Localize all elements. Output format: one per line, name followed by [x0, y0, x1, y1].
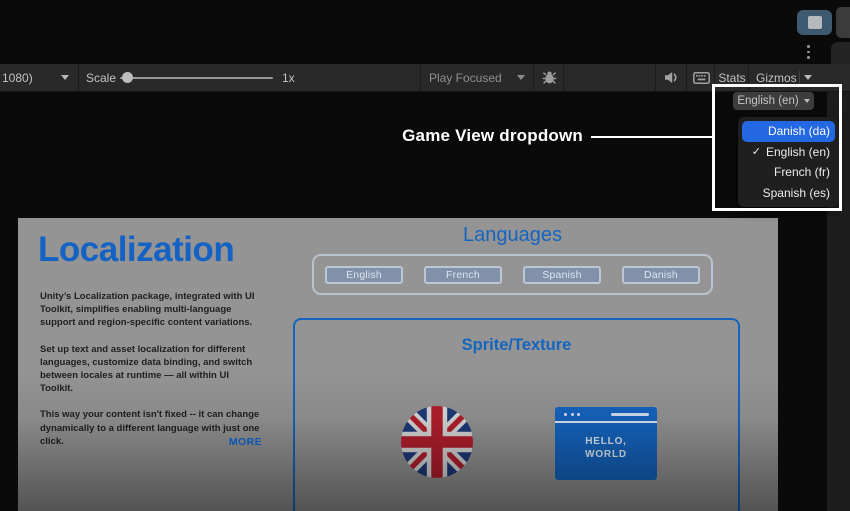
hello-world-text: HELLO, WORLD — [585, 436, 627, 460]
intro-paragraph-1: Unity’s Localization package, integrated… — [40, 291, 255, 329]
bug-icon — [542, 71, 557, 84]
game-page: Localization Unity’s Localization packag… — [18, 218, 778, 511]
stats-button[interactable]: Stats — [714, 64, 749, 91]
window-title-bar — [555, 407, 657, 423]
stats-label: Stats — [718, 70, 746, 85]
menu-item-danish[interactable]: Danish (da) — [742, 121, 835, 142]
chevron-down-icon — [804, 75, 812, 80]
intro-paragraph-2: Set up text and asset localization for d… — [40, 343, 253, 395]
language-buttons-panel: English French Spanish Danish — [312, 254, 713, 295]
debug-toggle-button[interactable] — [536, 64, 564, 91]
language-button-spanish[interactable]: Spanish — [523, 265, 601, 284]
chevron-down-icon — [803, 99, 810, 103]
adjacent-panel-corner — [831, 42, 850, 65]
scale-value: 1x — [282, 70, 295, 85]
play-focused-dropdown[interactable]: Play Focused — [420, 64, 534, 91]
menu-item-label: Danish (da) — [767, 124, 830, 139]
aspect-ratio-label: 1080) — [2, 70, 33, 85]
menu-item-label: English (en) — [765, 144, 830, 159]
menu-item-label: French (fr) — [773, 165, 830, 180]
language-button-danish[interactable]: Danish — [622, 265, 700, 284]
panel-edge-tab — [836, 7, 850, 38]
game-view-toolbar: 1080) Scale 1x Play Focused Stats Gizmos — [0, 64, 850, 92]
window-address-bar — [611, 413, 649, 416]
scale-slider-thumb[interactable] — [122, 72, 133, 83]
stop-button[interactable] — [797, 10, 832, 35]
scale-slider[interactable] — [120, 77, 273, 79]
keyboard-icon — [692, 71, 710, 84]
gizmos-dropdown[interactable]: Gizmos — [748, 64, 817, 91]
languages-heading: Languages — [463, 224, 562, 246]
locale-dropdown-menu: Danish (da) ✓ English (en) French (fr) S… — [738, 117, 839, 207]
keyboard-shortcuts-button[interactable] — [686, 64, 715, 91]
menu-item-spanish[interactable]: Spanish (es) — [738, 183, 839, 204]
kebab-menu-icon[interactable] — [807, 45, 810, 59]
language-button-english[interactable]: English — [325, 265, 403, 284]
annotation-label: Game View dropdown — [402, 126, 583, 145]
sprite-texture-section: Sprite/Texture HELLO, WORLD — [293, 318, 740, 511]
window-dots-icon — [564, 413, 580, 416]
checkmark-icon: ✓ — [751, 146, 761, 159]
play-focused-label: Play Focused — [429, 70, 502, 85]
stop-icon — [807, 16, 822, 29]
locale-dropdown-label: English (en) — [737, 95, 799, 107]
aspect-ratio-dropdown[interactable]: 1080) — [0, 64, 79, 91]
gizmos-label: Gizmos — [756, 70, 797, 85]
locale-dropdown-button[interactable]: English (en) — [733, 92, 814, 110]
browser-window-graphic: HELLO, WORLD — [555, 407, 657, 480]
unity-game-view: 1080) Scale 1x Play Focused Stats Gizmos… — [0, 0, 850, 511]
page-title: Localization — [38, 230, 235, 269]
mute-audio-button[interactable] — [655, 64, 687, 91]
chevron-down-icon — [61, 75, 69, 80]
language-button-french[interactable]: French — [424, 265, 502, 284]
menu-item-label: Spanish (es) — [762, 185, 830, 200]
more-link[interactable]: MORE — [40, 436, 262, 448]
chevron-down-icon — [517, 75, 525, 80]
menu-item-french[interactable]: French (fr) — [738, 162, 839, 183]
mute-audio-icon — [665, 72, 677, 83]
uk-flag-icon — [401, 406, 473, 478]
sprite-texture-heading: Sprite/Texture — [461, 336, 572, 354]
scale-label: Scale — [86, 70, 117, 85]
divider — [799, 71, 800, 84]
annotation-connector-line — [591, 136, 712, 138]
menu-item-english[interactable]: ✓ English (en) — [738, 142, 839, 163]
